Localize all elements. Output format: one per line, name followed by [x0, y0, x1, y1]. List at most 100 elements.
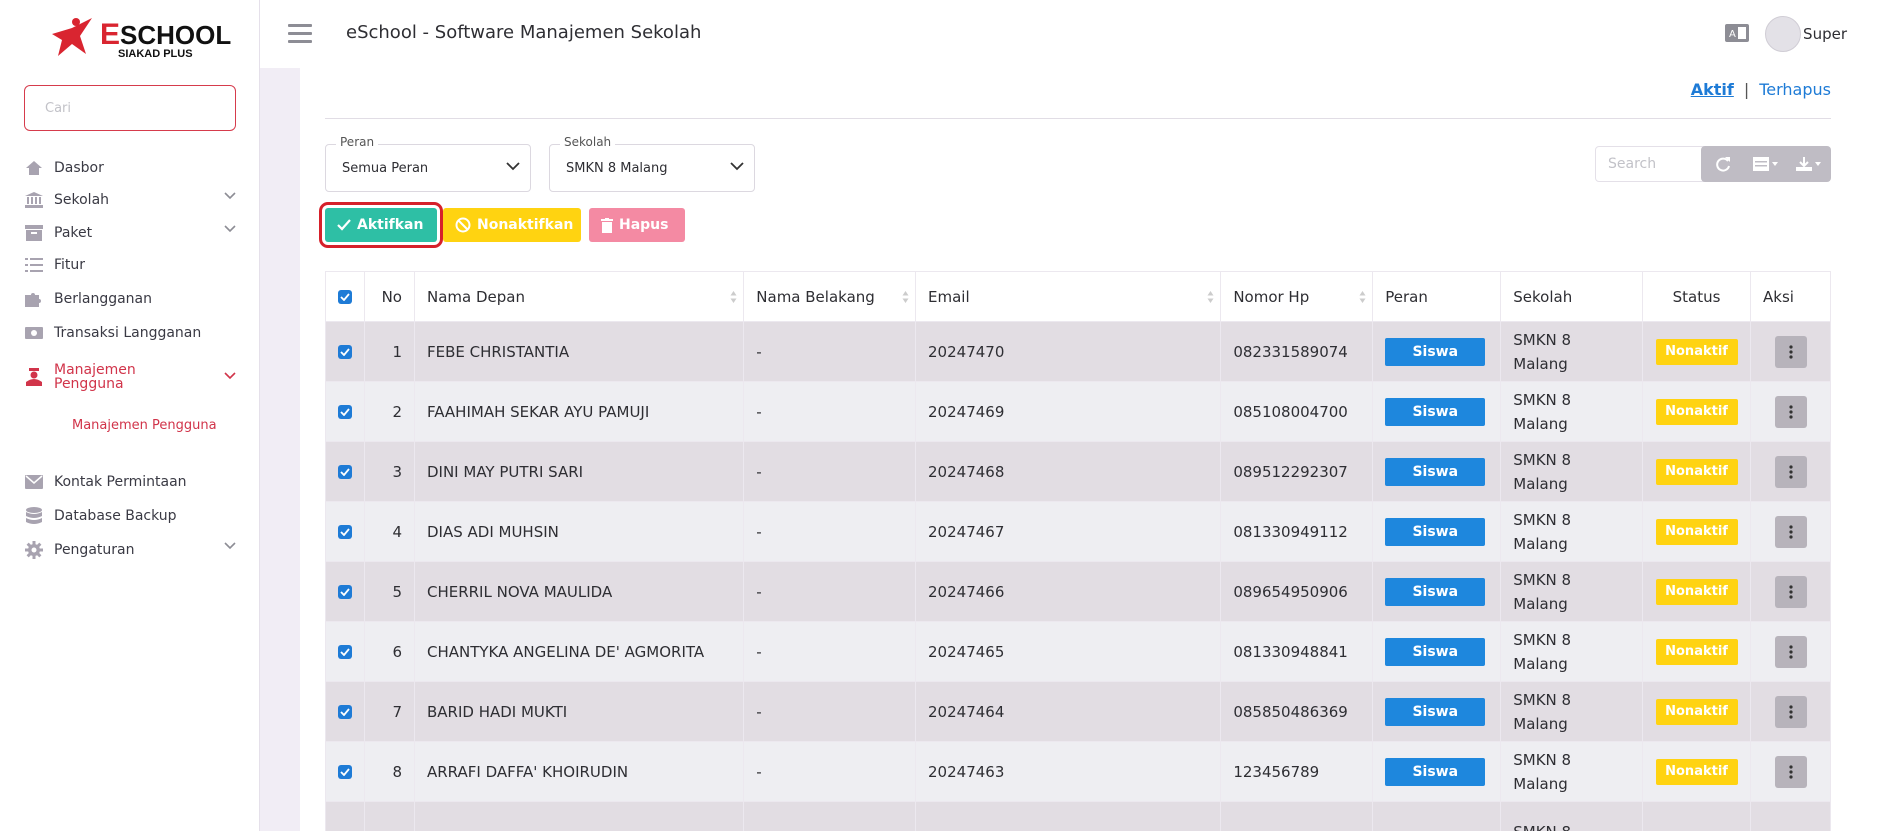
kebab-menu-icon	[1788, 644, 1793, 659]
select-all-checkbox[interactable]	[338, 290, 352, 304]
row-checkbox[interactable]	[338, 405, 352, 419]
row-checkbox[interactable]	[338, 585, 352, 599]
cell-nomor-hp: 081330948841	[1220, 621, 1374, 682]
columns-button[interactable]	[1744, 146, 1787, 182]
role-badge: Siswa	[1385, 757, 1486, 786]
cell-peran: Siswa	[1372, 441, 1502, 502]
header-sekolah[interactable]: Sekolah	[1500, 271, 1644, 322]
row-actions-button[interactable]	[1774, 515, 1807, 548]
sidebar-item-berlangganan[interactable]: Berlangganan	[24, 285, 236, 313]
role-select[interactable]: Peran Semua Peran	[325, 135, 531, 192]
delete-button[interactable]: Hapus	[589, 208, 685, 242]
cell-nama-depan: FAAHIMAH SEKAR AYU PAMUJI	[413, 381, 745, 442]
status-badge: Nonaktif	[1655, 578, 1738, 605]
role-badge: Siswa	[1385, 457, 1486, 486]
cell-aksi	[1750, 741, 1831, 802]
row-checkbox[interactable]	[338, 705, 352, 719]
sidebar-item-kontak-permintaan[interactable]: Kontak Permintaan	[24, 468, 236, 496]
sidebar-item-paket[interactable]: Paket	[24, 219, 236, 247]
cell-nomor-hp: 085850486369	[1220, 681, 1374, 742]
status-badge: Nonaktif	[1655, 698, 1738, 725]
chevron-down-icon	[506, 162, 520, 171]
row-actions-button[interactable]	[1774, 635, 1807, 668]
hamburger-menu-icon[interactable]	[288, 24, 312, 44]
row-actions-button[interactable]	[1774, 335, 1807, 368]
check-icon	[337, 219, 351, 231]
download-icon	[1796, 157, 1822, 171]
row-actions-button[interactable]	[1774, 695, 1807, 728]
cell-aksi	[1750, 441, 1831, 502]
row-checkbox-cell	[325, 621, 365, 682]
row-actions-button[interactable]	[1774, 575, 1807, 608]
chevron-down-icon	[224, 372, 236, 380]
svg-text:A: A	[1729, 29, 1736, 40]
table-row[interactable]: 2 FAAHIMAH SEKAR AYU PAMUJI -20247469 08510…	[325, 381, 1831, 442]
cell-sekolah: SMKN 8 Malang	[1500, 321, 1644, 382]
row-checkbox[interactable]	[338, 465, 352, 479]
user-avatar[interactable]	[1765, 16, 1801, 52]
sidebar-search-input[interactable]	[24, 85, 236, 131]
sidebar-item-transaksi-langganan[interactable]: Transaksi Langganan	[24, 319, 236, 347]
sidebar-item-manajemen-pengguna[interactable]: Manajemen Pengguna	[24, 360, 236, 394]
role-badge: Siswa	[1385, 637, 1486, 666]
role-select-label: Peran	[336, 135, 379, 149]
cell-peran: Siswa	[1372, 561, 1502, 622]
sidebar-item-database-backup[interactable]: Database Backup	[24, 502, 236, 530]
row-checkbox[interactable]	[338, 525, 352, 539]
sidebar-item-fitur[interactable]: Fitur	[24, 251, 236, 279]
deactivate-button[interactable]: Nonaktifkan	[443, 208, 581, 242]
row-actions-button[interactable]	[1774, 755, 1807, 788]
cell-email: 20247464	[915, 681, 1222, 742]
eschool-logo[interactable]: ESCHOOL SIAKAD PLUS	[48, 12, 231, 60]
table-row[interactable]: 4 DIAS ADI MUHSIN -20247467 081330949112 Sis…	[325, 501, 1831, 562]
row-checkbox-cell	[325, 681, 365, 742]
cell-email	[915, 801, 1222, 831]
row-actions-button[interactable]	[1774, 395, 1807, 428]
tab-aktif[interactable]: Aktif	[1691, 80, 1734, 99]
kebab-menu-icon	[1788, 464, 1793, 479]
table-row[interactable]: 6 CHANTYKA ANGELINA DE' AGMORITA -20247465…	[325, 621, 1831, 682]
header-status[interactable]: Status	[1642, 271, 1752, 322]
cell-status: Nonaktif	[1642, 381, 1752, 442]
user-name[interactable]: Super	[1803, 25, 1847, 43]
header-nama-depan[interactable]: Nama Depan	[413, 271, 745, 322]
row-actions-button[interactable]	[1774, 455, 1807, 488]
header-peran[interactable]: Peran	[1372, 271, 1502, 322]
sidebar-item-sekolah[interactable]: Sekolah	[24, 186, 236, 214]
sidebar-item-pengaturan[interactable]: Pengaturan	[24, 536, 236, 564]
kebab-menu-icon	[1788, 524, 1793, 539]
cell-no	[364, 801, 415, 831]
cell-nama-depan: FEBE CHRISTANTIA	[413, 321, 745, 382]
sidebar-item-dasbor[interactable]: Dasbor	[24, 154, 236, 182]
row-checkbox[interactable]	[338, 645, 352, 659]
role-badge: Siswa	[1385, 577, 1486, 606]
table-row[interactable]: 7 BARID HADI MUKTI -20247464 085850486369 Si…	[325, 681, 1831, 742]
users-table: No Nama Depan Nama Belakang Email Nomor …	[325, 271, 1831, 831]
row-checkbox-cell	[325, 501, 365, 562]
header-email[interactable]: Email	[915, 271, 1222, 322]
cell-status	[1642, 801, 1752, 831]
header-nomor-hp[interactable]: Nomor Hp	[1220, 271, 1374, 322]
school-select[interactable]: Sekolah SMKN 8 Malang	[549, 135, 755, 192]
sidebar-item-label: Sekolah	[54, 192, 110, 208]
language-icon[interactable]: A	[1725, 24, 1749, 42]
table-row[interactable]: SMKN 8	[325, 801, 1831, 831]
table-row[interactable]: 5 CHERRIL NOVA MAULIDA -20247466 0896549509…	[325, 561, 1831, 622]
gear-icon	[24, 541, 44, 559]
header-nama-belakang[interactable]: Nama Belakang	[743, 271, 917, 322]
table-row[interactable]: 8 ARRAFI DAFFA' KHOIRUDIN -20247463 1234567…	[325, 741, 1831, 802]
sidebar-subitem-manajemen-pengguna[interactable]: Manajemen Pengguna	[72, 418, 217, 433]
refresh-button[interactable]	[1701, 146, 1744, 182]
tab-terhapus[interactable]: Terhapus	[1759, 80, 1831, 99]
activate-button[interactable]: Aktifkan	[319, 202, 443, 248]
table-row[interactable]: 1 FEBE CHRISTANTIA -20247470 082331589074 Si…	[325, 321, 1831, 382]
table-row[interactable]: 3 DINI MAY PUTRI SARI -20247468 08951229230…	[325, 441, 1831, 502]
row-checkbox[interactable]	[338, 765, 352, 779]
header-aksi: Aksi	[1750, 271, 1831, 322]
export-button[interactable]	[1788, 146, 1831, 182]
cell-nama-depan	[413, 801, 745, 831]
header-no[interactable]: No	[364, 271, 415, 322]
row-checkbox[interactable]	[338, 345, 352, 359]
cell-sekolah: SMKN 8 Malang	[1500, 441, 1644, 502]
topbar: eSchool - Software Manajemen Sekolah A S…	[260, 0, 1899, 68]
